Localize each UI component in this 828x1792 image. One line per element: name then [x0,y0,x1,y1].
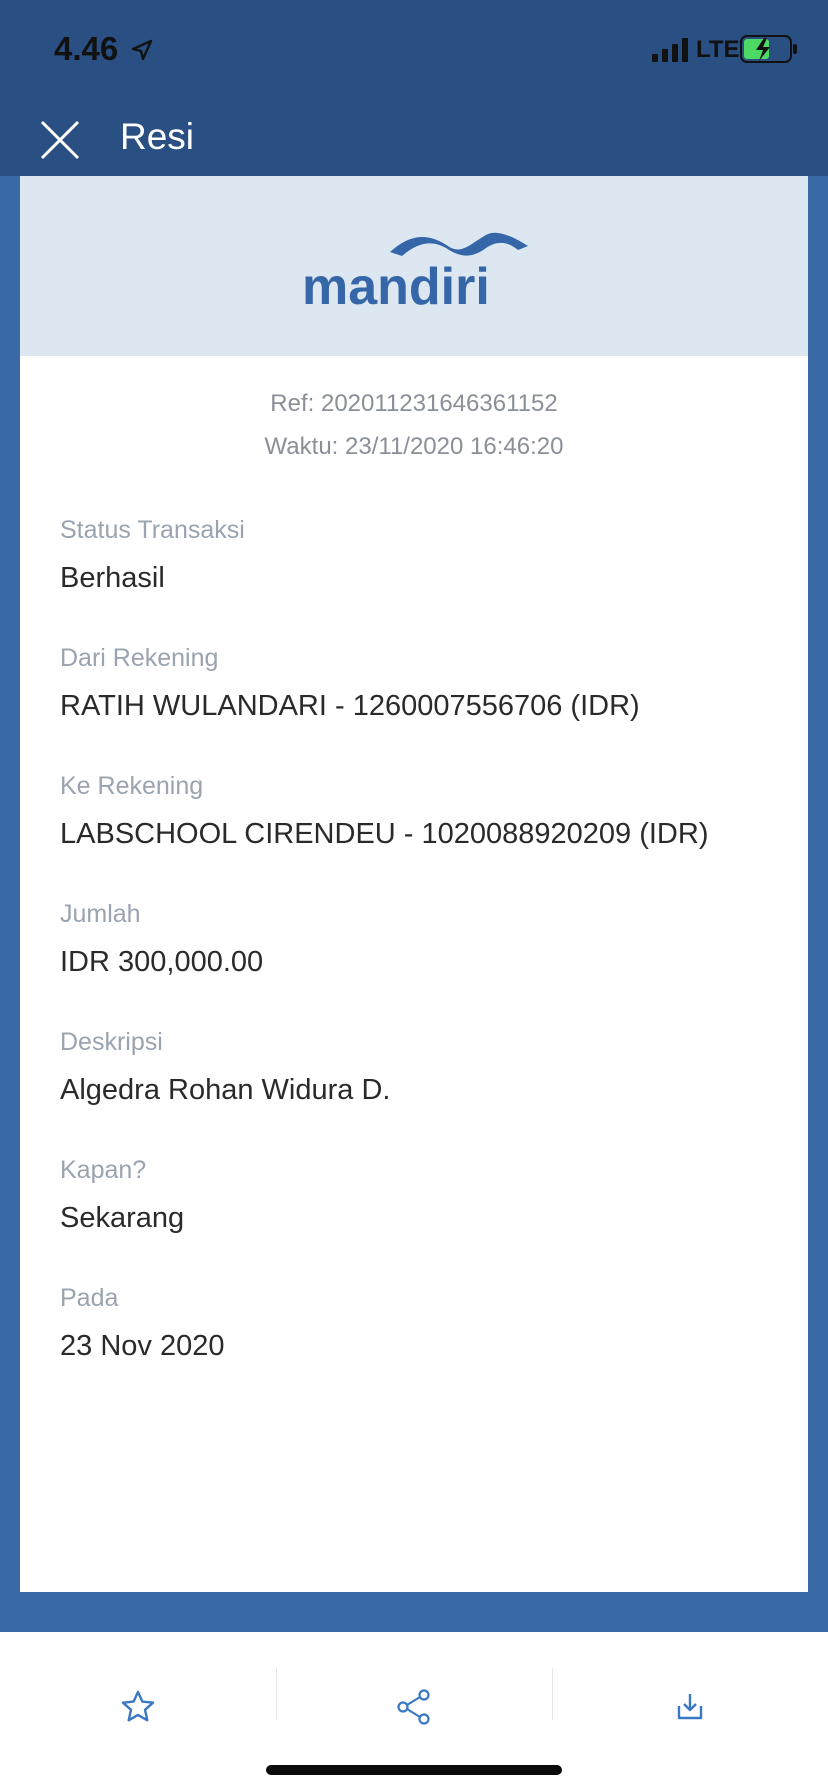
home-indicator [266,1765,562,1775]
signal-icon [652,38,688,62]
favorite-button[interactable] [0,1672,276,1742]
date-label: Pada [60,1284,119,1312]
status-time: 4.46 [54,30,119,67]
description-label: Deskripsi [60,1028,163,1056]
when-label: Kapan? [60,1156,147,1184]
status-value: Berhasil [60,562,165,594]
app-header: 4.46 LTE Resi [0,0,828,176]
download-button[interactable] [552,1672,828,1742]
star-icon [121,1690,155,1722]
date-value: 23 Nov 2020 [60,1330,225,1362]
amount-label: Jumlah [60,900,141,928]
reference-number: Ref: 202011231646361152 [270,390,558,417]
to-account-label: Ke Rekening [60,772,204,800]
receipt-card: mandiri Ref: 202011231646361152 Waktu: 2… [20,176,808,1592]
nav-bar: Resi [0,100,828,176]
from-account-value: RATIH WULANDARI - 1260007556706 (IDR) [60,690,640,722]
from-account-label: Dari Rekening [60,644,219,672]
share-button[interactable] [276,1672,552,1742]
battery-charging-icon [740,35,797,63]
when-value: Sekarang [60,1202,185,1234]
mandiri-logo: mandiri [302,232,528,310]
download-icon [677,1694,703,1720]
page-title: Resi [120,116,195,157]
to-account-value: LABSCHOOL CIRENDEU - 1020088920209 (IDR) [60,818,709,850]
close-icon[interactable] [38,118,82,162]
transaction-time: Waktu: 23/11/2020 16:46:20 [264,433,564,460]
network-label: LTE [696,36,740,63]
status-bar: 4.46 LTE [0,0,828,100]
status-label: Status Transaksi [60,516,245,544]
receipt-header: mandiri [20,176,808,356]
location-arrow-icon [131,39,153,61]
bottom-action-bar [0,1632,828,1792]
description-value: Algedra Rohan Widura D. [60,1074,391,1106]
svg-text:mandiri: mandiri [302,258,490,310]
share-icon [397,1689,430,1725]
amount-value: IDR 300,000.00 [60,946,264,978]
